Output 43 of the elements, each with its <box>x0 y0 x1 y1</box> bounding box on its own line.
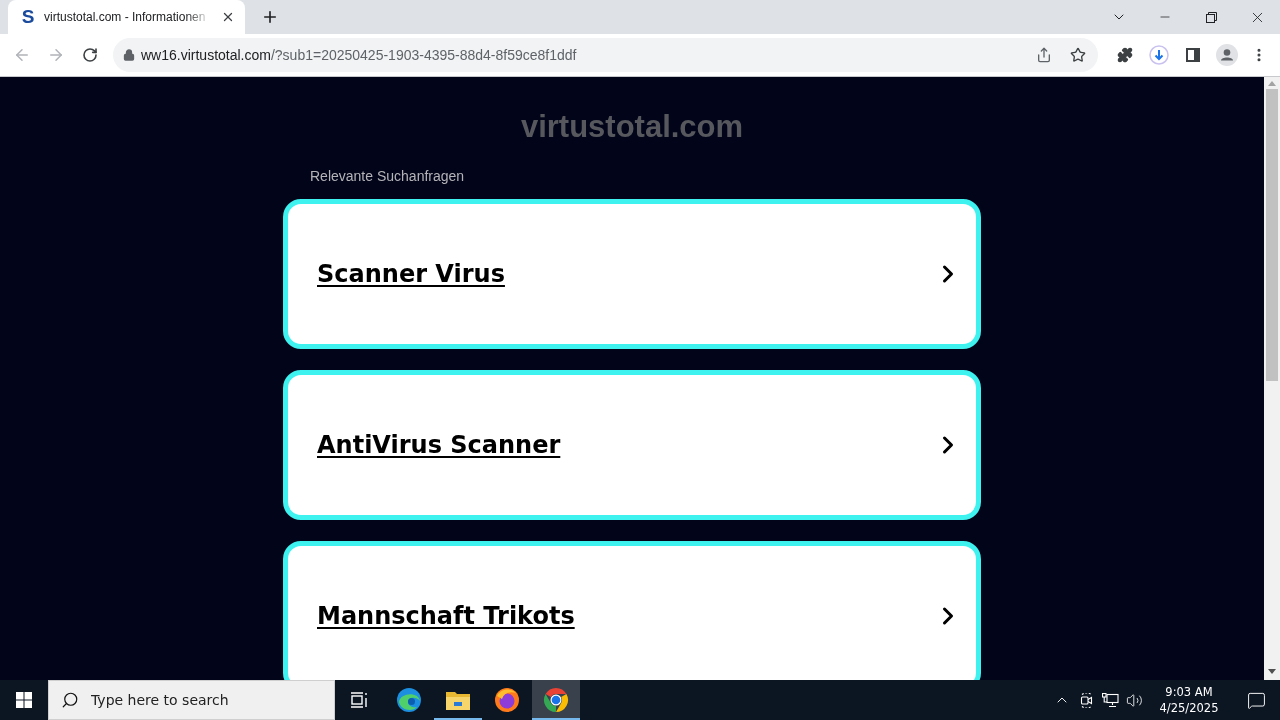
taskbar-search-field[interactable]: Type here to search <box>48 680 335 720</box>
share-icon <box>1036 47 1052 63</box>
site-title: virtustotal.com <box>520 109 744 145</box>
section-label: Relevante Suchanfragen <box>310 167 465 186</box>
speaker-icon <box>1125 691 1143 709</box>
windows-logo-icon <box>16 692 32 708</box>
scroll-down-icon[interactable] <box>1268 669 1276 674</box>
result-link[interactable]: AntiVirus Scanner <box>317 431 934 459</box>
search-input[interactable]: Type here to search <box>91 689 326 711</box>
edge-browser-icon <box>396 687 422 713</box>
firefox-browser-icon <box>494 687 520 713</box>
network-icon <box>1101 692 1119 708</box>
clock-time[interactable]: 9:03 AM <box>1165 684 1213 700</box>
side-panel-icon <box>1186 48 1200 62</box>
result-card[interactable]: Scanner Virus <box>283 199 981 349</box>
tab-title: virtustotal.com - Informationen <box>44 10 207 24</box>
close-icon <box>221 10 235 24</box>
taskbar-app-button[interactable] <box>532 680 580 720</box>
video-camera-icon <box>1078 692 1094 708</box>
reload-icon <box>82 47 98 63</box>
scrollbar-thumb[interactable] <box>1266 89 1278 381</box>
download-icon <box>1149 45 1169 65</box>
result-card[interactable]: AntiVirus Scanner <box>283 370 981 520</box>
star-icon <box>1070 47 1086 63</box>
notification-icon <box>1246 690 1266 710</box>
site-favicon: S <box>20 9 36 25</box>
profile-avatar-icon <box>1216 44 1238 66</box>
browser-tab[interactable]: S virtustotal.com - Informationen <box>8 0 245 34</box>
result-link[interactable]: Mannschaft Trikots <box>317 602 934 630</box>
clock-date[interactable]: 4/25/2025 <box>1159 700 1219 716</box>
plus-icon <box>261 8 279 26</box>
task-view-icon <box>350 692 368 708</box>
restore-icon <box>1205 11 1217 23</box>
address-bar[interactable]: ww16.virtustotal.com/?sub1=20250425-1903-4395-88d4-8f59ce8f1ddf <box>113 38 1098 72</box>
lock-icon <box>123 49 135 61</box>
puzzle-icon <box>1117 47 1133 63</box>
url-text: ww16.virtustotal.com/?sub1=20250425-1903-4395-88d4-8f59ce8f1ddf <box>141 47 578 63</box>
forward-arrow-icon <box>47 46 65 64</box>
result-link[interactable]: Scanner Virus <box>317 260 934 288</box>
search-icon <box>61 691 79 709</box>
folder-icon <box>445 689 471 711</box>
result-card[interactable]: Mannschaft Trikots <box>283 541 981 680</box>
chrome-browser-icon <box>543 687 569 713</box>
